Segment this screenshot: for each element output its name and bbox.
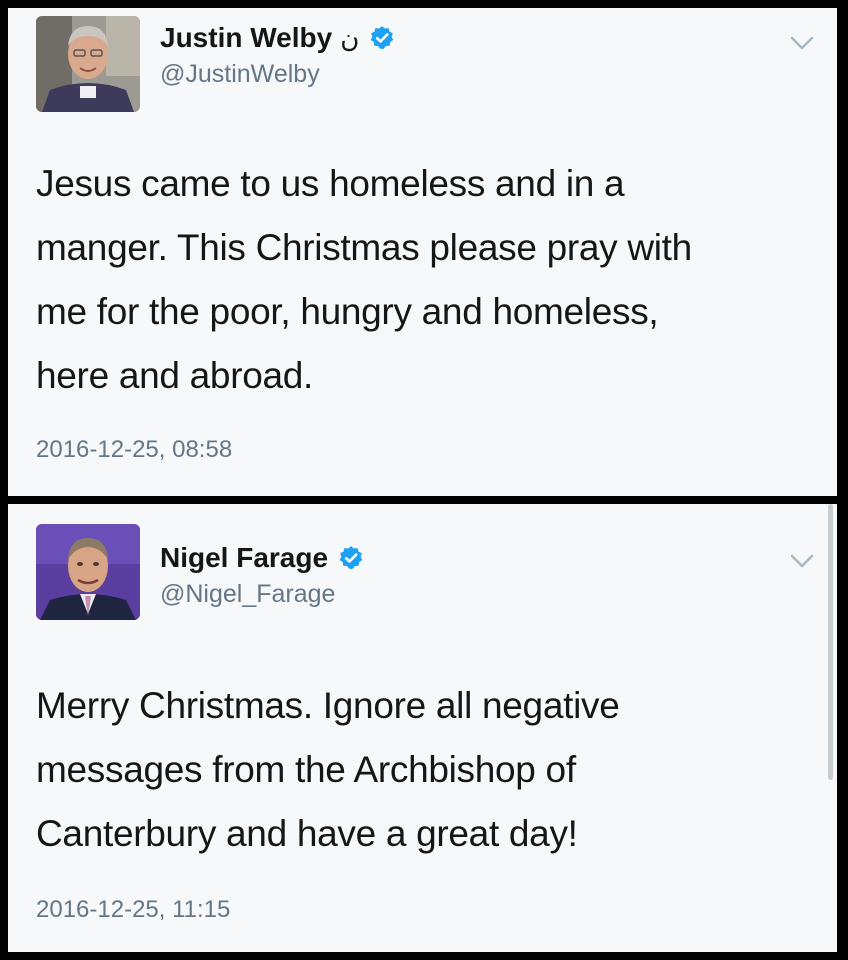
tweet-text-line: Jesus came to us homeless and in a bbox=[36, 163, 625, 204]
tweet-text: Merry Christmas. Ignore all negative mes… bbox=[36, 674, 816, 866]
tweet-timestamp[interactable]: 2016-12-25, 08:58 bbox=[36, 436, 232, 464]
avatar-photo bbox=[36, 16, 140, 112]
author-row[interactable]: Justin Welby ن bbox=[160, 22, 395, 54]
scrollbar[interactable] bbox=[828, 504, 833, 780]
tweet-text-line: Merry Christmas. Ignore all negative bbox=[36, 685, 620, 726]
name-symbol: ن bbox=[340, 22, 360, 53]
avatar[interactable] bbox=[36, 16, 140, 112]
author-handle[interactable]: @Nigel_Farage bbox=[160, 580, 335, 609]
tweet-text-line: messages from the Archbishop of bbox=[36, 749, 576, 790]
verified-badge-icon bbox=[369, 25, 395, 51]
chevron-down-icon[interactable] bbox=[789, 34, 815, 52]
tweet-text-line: here and abroad. bbox=[36, 355, 314, 396]
tweet-text-line: Canterbury and have a great day! bbox=[36, 813, 578, 854]
author-name[interactable]: Nigel Farage bbox=[160, 542, 328, 574]
verified-badge-icon bbox=[338, 545, 364, 571]
avatar[interactable] bbox=[36, 524, 140, 620]
tweet-timestamp[interactable]: 2016-12-25, 11:15 bbox=[36, 896, 230, 924]
tweet-text-line: me for the poor, hungry and homeless, bbox=[36, 291, 659, 332]
author-handle[interactable]: @JustinWelby bbox=[160, 60, 320, 89]
author-name[interactable]: Justin Welby bbox=[160, 22, 332, 54]
tweet-card-1[interactable]: Justin Welby ن @JustinWelby Jesus came t… bbox=[8, 8, 837, 496]
chevron-down-icon[interactable] bbox=[789, 552, 815, 570]
tweet-text-line: manger. This Christmas please pray with bbox=[36, 227, 692, 268]
avatar-photo bbox=[36, 524, 140, 620]
author-row[interactable]: Nigel Farage bbox=[160, 542, 364, 574]
tweet-card-2[interactable]: Nigel Farage @Nigel_Farage Merry Christm… bbox=[8, 504, 837, 952]
tweet-text: Jesus came to us homeless and in a mange… bbox=[36, 152, 816, 408]
